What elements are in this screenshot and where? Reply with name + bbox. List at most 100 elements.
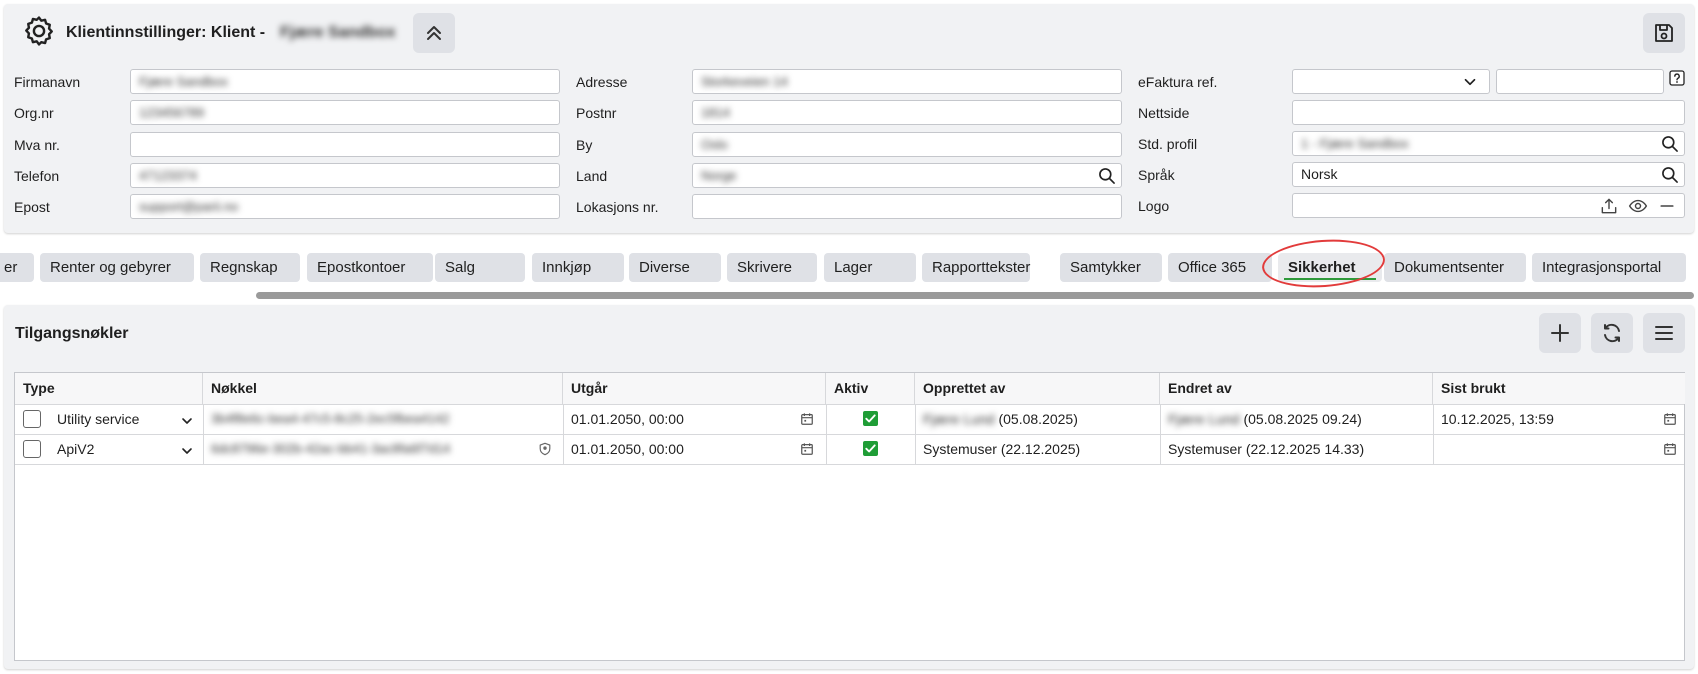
- by-label: By: [576, 137, 593, 153]
- firmanavn-field[interactable]: Fjære Sandbox: [130, 69, 560, 94]
- key-value: 6dc8796e-302b-42ac-bb41-3ac8fa6f7d14: [211, 441, 451, 456]
- column-header-expires[interactable]: Utgår: [563, 373, 826, 404]
- menu-button[interactable]: [1643, 313, 1685, 353]
- calendar-icon[interactable]: [800, 442, 814, 456]
- adresse-field[interactable]: Storkeveien 14: [692, 69, 1122, 94]
- double-chevron-up-icon: [427, 26, 441, 40]
- calendar-icon[interactable]: [1663, 442, 1677, 456]
- column-header-last-used[interactable]: Sist brukt: [1433, 373, 1685, 404]
- epost-value: support@parii.no: [139, 199, 239, 214]
- logo-label: Logo: [1138, 198, 1170, 214]
- section-title: Tilgangsnøkler: [15, 325, 129, 342]
- profil-field[interactable]: 1 - Fjære Sandbox: [1292, 131, 1685, 156]
- check-icon: [865, 414, 876, 423]
- epost-field[interactable]: support@parii.no: [130, 194, 560, 219]
- refresh-button[interactable]: [1591, 313, 1633, 353]
- tab-partial[interactable]: er: [0, 253, 34, 282]
- calendar-icon[interactable]: [800, 412, 814, 426]
- column-header-active[interactable]: Aktiv: [826, 373, 915, 404]
- tab-epostkontoer[interactable]: Epostkontoer: [307, 253, 433, 282]
- orgnr-field[interactable]: 123456789: [130, 100, 560, 125]
- mva-field[interactable]: [130, 132, 560, 157]
- tab-scrollbar[interactable]: [256, 292, 1694, 299]
- save-icon: [1655, 24, 1673, 42]
- search-icon[interactable]: [1660, 134, 1680, 154]
- active-checkbox[interactable]: [863, 441, 878, 456]
- help-icon[interactable]: [1669, 70, 1685, 86]
- firmanavn-value: Fjære Sandbox: [139, 74, 228, 89]
- row-divider: [15, 464, 1684, 465]
- shield-icon: [539, 442, 551, 456]
- created-by: Systemuser (22.12.2025): [923, 441, 1081, 457]
- access-keys-table: Type Nøkkel Utgår Aktiv Opprettet av End…: [14, 372, 1685, 661]
- tab-skrivere[interactable]: Skrivere: [727, 253, 817, 282]
- tab-dokumentsenter[interactable]: Dokumentsenter: [1384, 253, 1526, 282]
- tab-renter-og-gebyrer[interactable]: Renter og gebyrer: [40, 253, 194, 282]
- adresse-value: Storkeveien 14: [701, 74, 788, 89]
- created-by: Fjære Lund (05.08.2025): [923, 411, 1078, 427]
- search-icon[interactable]: [1097, 166, 1117, 186]
- row-checkbox[interactable]: [23, 440, 41, 458]
- land-value: Norge: [701, 168, 737, 183]
- tab-samtykker[interactable]: Samtykker: [1060, 253, 1162, 282]
- active-checkbox[interactable]: [863, 411, 878, 426]
- by-field[interactable]: Oslo: [692, 132, 1122, 157]
- land-field[interactable]: Norge: [692, 163, 1122, 188]
- efaktura-label: eFaktura ref.: [1138, 74, 1218, 90]
- remove-icon[interactable]: [1657, 196, 1677, 216]
- orgnr-value: 123456789: [139, 105, 205, 120]
- page-title: Klientinnstillinger: Klient -: [66, 24, 266, 41]
- lokasjon-field[interactable]: [692, 194, 1122, 219]
- efaktura-select[interactable]: [1292, 69, 1490, 94]
- telefon-field[interactable]: 47123374: [130, 163, 560, 188]
- postnr-label: Postnr: [576, 105, 617, 121]
- postnr-field[interactable]: 1814: [692, 100, 1122, 125]
- expires-value[interactable]: 01.01.2050, 00:00: [571, 411, 684, 427]
- tab-rapporttekster[interactable]: Rapporttekster: [922, 253, 1030, 282]
- type-value[interactable]: Utility service: [57, 411, 139, 427]
- changed-by: Systemuser (22.12.2025 14.33): [1168, 441, 1365, 457]
- collapse-button[interactable]: [413, 13, 455, 53]
- tab-salg[interactable]: Salg: [435, 253, 525, 282]
- search-icon[interactable]: [1660, 165, 1680, 185]
- hamburger-menu-icon: [1655, 326, 1673, 340]
- lokasjon-label: Lokasjons nr.: [576, 199, 659, 215]
- chevron-down-icon: [1464, 78, 1476, 86]
- chevron-down-icon[interactable]: [179, 443, 195, 459]
- tab-regnskap[interactable]: Regnskap: [200, 253, 300, 282]
- epost-label: Epost: [14, 199, 50, 215]
- refresh-icon: [1604, 323, 1620, 343]
- sprak-field[interactable]: Norsk: [1292, 162, 1685, 187]
- eye-icon[interactable]: [1628, 196, 1648, 216]
- column-header-type[interactable]: Type: [15, 373, 203, 404]
- save-button[interactable]: [1643, 13, 1685, 53]
- column-divider: [826, 404, 827, 464]
- add-key-button[interactable]: [1539, 313, 1581, 353]
- nettside-field[interactable]: [1292, 100, 1685, 125]
- tab-diverse[interactable]: Diverse: [629, 253, 721, 282]
- upload-icon[interactable]: [1599, 196, 1619, 216]
- calendar-icon[interactable]: [1663, 412, 1677, 426]
- tab-office-365[interactable]: Office 365: [1168, 253, 1272, 282]
- profil-value: 1 - Fjære Sandbox: [1301, 136, 1409, 151]
- column-header-changed-by[interactable]: Endret av: [1160, 373, 1433, 404]
- type-value[interactable]: ApiV2: [57, 441, 94, 457]
- postnr-value: 1814: [701, 105, 730, 120]
- row-checkbox[interactable]: [23, 410, 41, 428]
- tab-lager[interactable]: Lager: [824, 253, 916, 282]
- column-header-created-by[interactable]: Opprettet av: [915, 373, 1160, 404]
- column-header-key[interactable]: Nøkkel: [203, 373, 563, 404]
- by-value: Oslo: [701, 137, 728, 152]
- telefon-label: Telefon: [14, 168, 60, 184]
- tab-innkjop[interactable]: Innkjøp: [532, 253, 624, 282]
- efaktura-ref-input[interactable]: [1496, 69, 1664, 94]
- expires-value[interactable]: 01.01.2050, 00:00: [571, 441, 684, 457]
- nettside-label: Nettside: [1138, 105, 1190, 121]
- column-divider: [1160, 404, 1161, 464]
- chevron-down-icon[interactable]: [179, 413, 195, 429]
- sprak-label: Språk: [1138, 167, 1175, 183]
- tab-integrasjonsportal[interactable]: Integrasjonsportal: [1532, 253, 1686, 282]
- sprak-value: Norsk: [1301, 166, 1338, 182]
- profil-label: Std. profil: [1138, 136, 1198, 152]
- logo-field[interactable]: [1292, 193, 1685, 218]
